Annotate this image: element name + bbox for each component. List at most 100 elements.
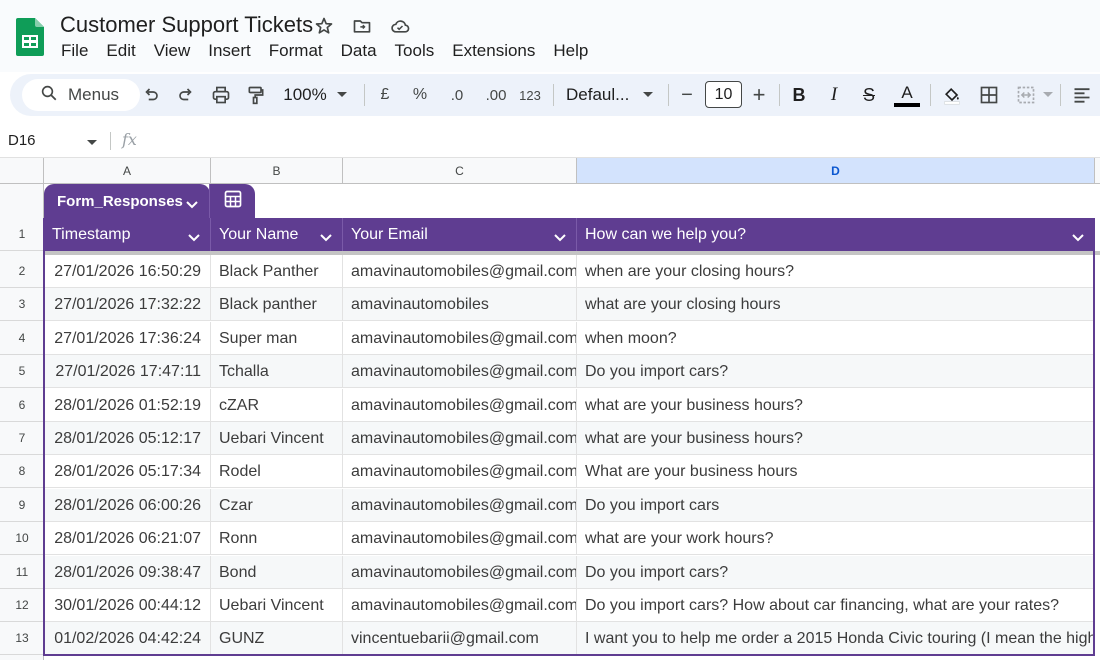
cell-email[interactable]: amavinautomobiles — [343, 288, 577, 321]
header-how-can-we-help[interactable]: How can we help you? — [577, 218, 1094, 251]
zoom-select[interactable]: 100% — [282, 74, 328, 116]
number-format-button[interactable]: 123 — [516, 74, 544, 116]
menu-format[interactable]: Format — [260, 40, 332, 62]
table-name-tab[interactable]: Form_Responses — [44, 184, 210, 218]
cell-timestamp[interactable]: 27/01/2026 17:32:22 — [44, 288, 211, 321]
increase-decimal-button[interactable]: .00 — [480, 74, 512, 116]
menu-data[interactable]: Data — [332, 40, 386, 62]
zoom-dropdown-icon[interactable] — [334, 74, 350, 116]
menu-help[interactable]: Help — [544, 40, 597, 62]
name-box[interactable]: D16 — [8, 132, 36, 149]
cell-help-request[interactable]: Do you import cars — [577, 489, 1094, 522]
cell-help-request[interactable]: when are your closing hours? — [577, 255, 1094, 288]
cell-name[interactable]: cZAR — [211, 389, 343, 422]
cell-name[interactable]: Black Panther — [211, 255, 343, 288]
cell-name[interactable]: GUNZ — [211, 622, 343, 655]
row-header[interactable]: 4 — [0, 322, 44, 355]
menu-view[interactable]: View — [145, 40, 200, 62]
cell-help-request[interactable]: Do you import cars? — [577, 556, 1094, 589]
cell-timestamp[interactable]: 28/01/2026 05:12:17 — [44, 422, 211, 455]
font-size-decrease-button[interactable]: − — [676, 74, 698, 116]
cell-email[interactable]: amavinautomobiles@gmail.com — [343, 422, 577, 455]
cell-email[interactable]: amavinautomobiles@gmail.com — [343, 255, 577, 288]
star-icon[interactable] — [312, 14, 336, 38]
cell-email[interactable]: amavinautomobiles@gmail.com — [343, 489, 577, 522]
cell-email[interactable]: amavinautomobiles@gmail.com — [343, 522, 577, 555]
row-header[interactable]: 2 — [0, 255, 44, 288]
cell-name[interactable]: Uebari Vincent — [211, 589, 343, 622]
chevron-down-icon[interactable] — [554, 229, 566, 247]
menu-edit[interactable]: Edit — [97, 40, 144, 62]
currency-format-button[interactable]: £ — [374, 74, 396, 116]
cell-timestamp[interactable]: 28/01/2026 06:21:07 — [44, 522, 211, 555]
column-header-c[interactable]: C — [343, 158, 577, 184]
select-all-corner[interactable] — [0, 158, 44, 184]
cell-help-request[interactable]: I want you to help me order a 2015 Honda… — [577, 622, 1094, 655]
cell-name[interactable]: Black panther — [211, 288, 343, 321]
row-header[interactable]: 5 — [0, 355, 44, 388]
name-box-dropdown-icon[interactable] — [86, 134, 98, 152]
cell-help-request[interactable]: Do you import cars? How about car financ… — [577, 589, 1094, 622]
cell-timestamp[interactable]: 28/01/2026 01:52:19 — [44, 389, 211, 422]
chevron-down-icon[interactable] — [186, 196, 198, 213]
cell-timestamp[interactable]: 01/02/2026 04:42:24 — [44, 622, 211, 655]
table-view-button[interactable] — [209, 184, 255, 218]
column-header-b[interactable]: B — [211, 158, 343, 184]
bold-button[interactable]: B — [788, 74, 810, 116]
chevron-down-icon[interactable] — [1072, 229, 1084, 247]
strikethrough-button[interactable]: S — [858, 74, 880, 116]
header-timestamp[interactable]: Timestamp — [44, 218, 211, 251]
font-dropdown-icon[interactable] — [640, 74, 656, 116]
cell-timestamp[interactable]: 27/01/2026 17:47:11 — [44, 355, 211, 388]
fill-color-icon[interactable] — [940, 74, 964, 116]
column-header-d[interactable]: D — [577, 158, 1095, 184]
cell-timestamp[interactable]: 27/01/2026 16:50:29 — [44, 255, 211, 288]
paint-format-icon[interactable] — [244, 74, 268, 116]
move-folder-icon[interactable] — [350, 14, 374, 38]
cell-email[interactable]: amavinautomobiles@gmail.com — [343, 455, 577, 488]
menu-file[interactable]: File — [52, 40, 97, 62]
font-size-input[interactable]: 10 — [705, 81, 742, 108]
row-header[interactable]: 3 — [0, 288, 44, 321]
percent-format-button[interactable]: % — [409, 74, 431, 116]
cell-help-request[interactable]: when moon? — [577, 322, 1094, 355]
cell-help-request[interactable]: Do you import cars? — [577, 355, 1094, 388]
cell-name[interactable]: Czar — [211, 489, 343, 522]
cell-help-request[interactable]: what are your business hours? — [577, 422, 1094, 455]
cell-name[interactable]: Super man — [211, 322, 343, 355]
row-header[interactable]: 8 — [0, 455, 44, 488]
row-header[interactable]: 13 — [0, 622, 44, 655]
merge-cells-icon[interactable] — [1014, 74, 1038, 116]
cell-help-request[interactable]: what are your business hours? — [577, 389, 1094, 422]
cell-timestamp[interactable]: 30/01/2026 00:44:12 — [44, 589, 211, 622]
cell-name[interactable]: Rodel — [211, 455, 343, 488]
cell-timestamp[interactable]: 28/01/2026 06:00:26 — [44, 489, 211, 522]
cell-email[interactable]: amavinautomobiles@gmail.com — [343, 355, 577, 388]
row-header[interactable]: 10 — [0, 522, 44, 555]
header-your-email[interactable]: Your Email — [343, 218, 577, 251]
row-header[interactable]: 7 — [0, 422, 44, 455]
cell-email[interactable]: amavinautomobiles@gmail.com — [343, 556, 577, 589]
font-select[interactable]: Defaul... — [566, 74, 636, 116]
document-title[interactable]: Customer Support Tickets — [60, 12, 313, 38]
cell-email[interactable]: amavinautomobiles@gmail.com — [343, 589, 577, 622]
cell-help-request[interactable]: what are your work hours? — [577, 522, 1094, 555]
cell-timestamp[interactable]: 27/01/2026 17:36:24 — [44, 322, 211, 355]
cell-name[interactable]: Uebari Vincent — [211, 422, 343, 455]
chevron-down-icon[interactable] — [188, 229, 200, 247]
cell-name[interactable]: Tchalla — [211, 355, 343, 388]
cell-name[interactable]: Bond — [211, 556, 343, 589]
formula-input[interactable] — [150, 130, 1090, 152]
cloud-status-icon[interactable] — [388, 14, 412, 38]
row-header[interactable]: 9 — [0, 489, 44, 522]
header-your-name[interactable]: Your Name — [211, 218, 343, 251]
borders-icon[interactable] — [977, 74, 1001, 116]
decrease-decimal-button[interactable]: .0 — [443, 74, 471, 116]
horizontal-align-icon[interactable] — [1070, 74, 1094, 116]
cell-timestamp[interactable]: 28/01/2026 05:17:34 — [44, 455, 211, 488]
chevron-down-icon[interactable] — [320, 229, 332, 247]
column-header-e[interactable] — [1095, 158, 1100, 184]
cell-email[interactable]: vincentuebarii@gmail.com — [343, 622, 577, 655]
sheets-logo-icon[interactable] — [16, 18, 44, 56]
undo-icon[interactable] — [140, 74, 162, 116]
